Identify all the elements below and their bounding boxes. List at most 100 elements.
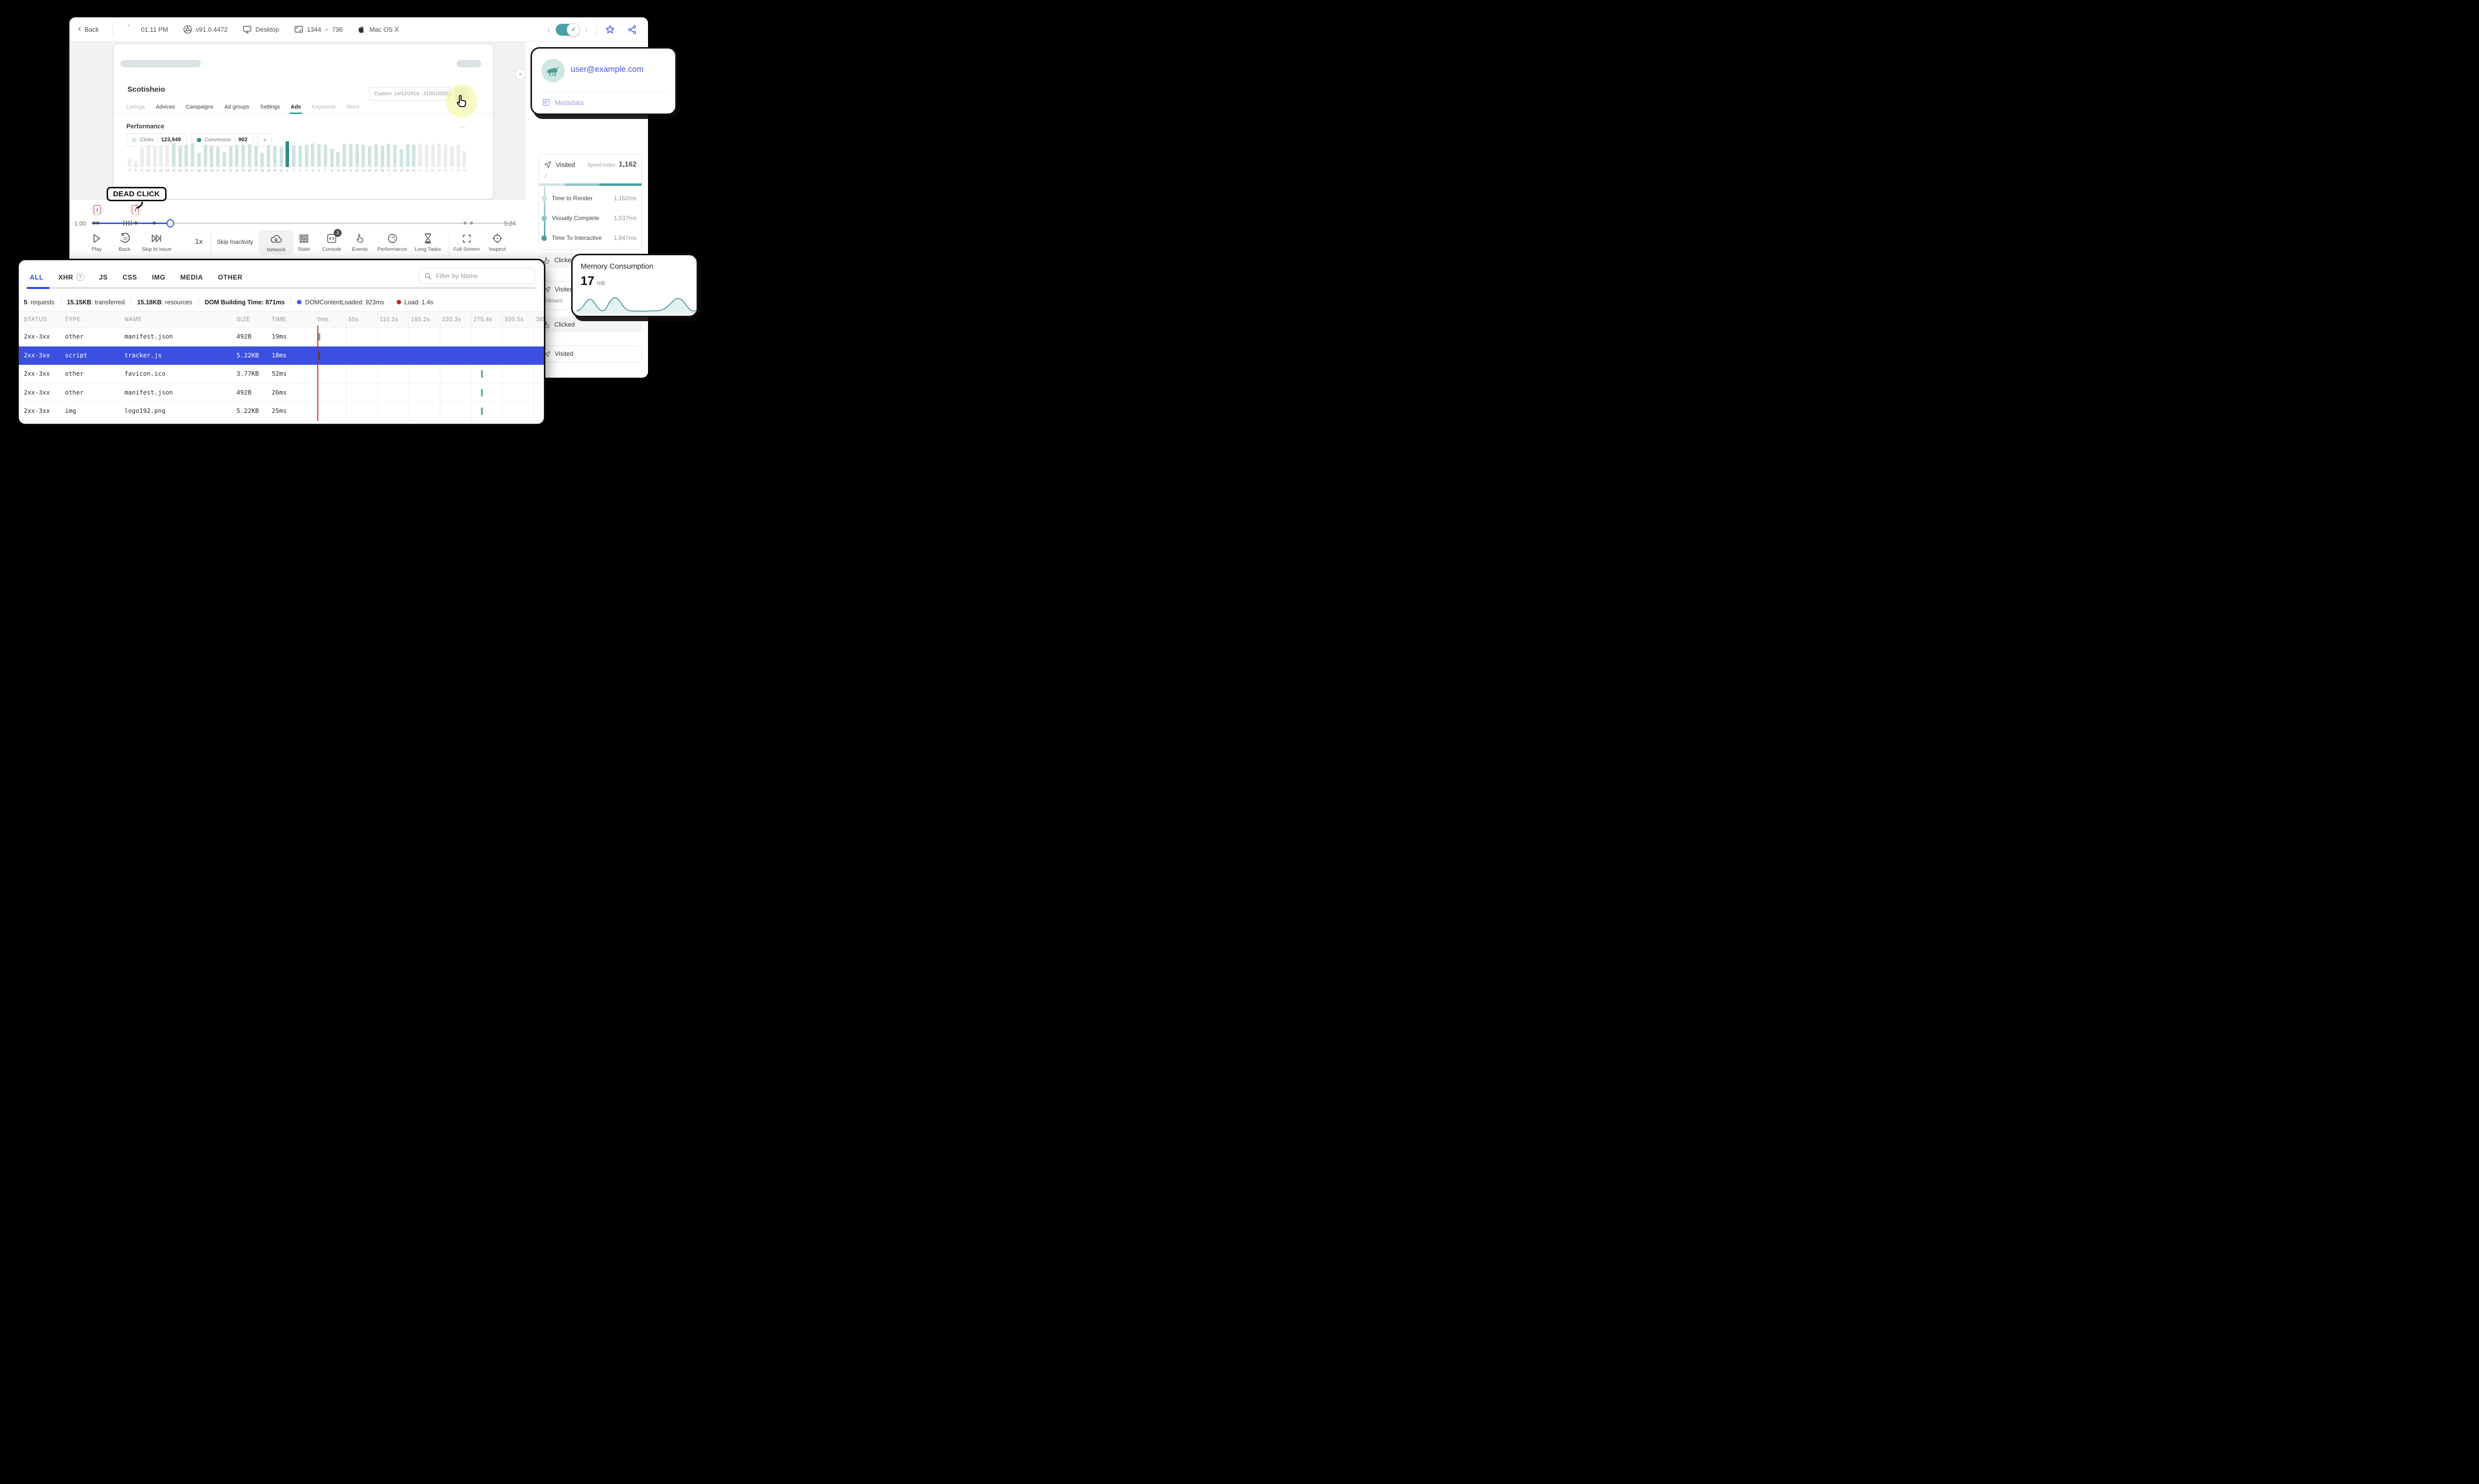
chart-bar: 14 [368,141,372,173]
full-screen-button[interactable]: Full Screen [449,232,484,252]
event-row-visited[interactable]: Visited [538,345,642,362]
net-tab-all[interactable]: ALL [30,274,44,281]
autoplay-toggle[interactable]: ✓ [556,23,581,36]
metadata-button[interactable]: Metadata [542,98,584,107]
net-tab-js[interactable]: JS [99,274,108,281]
crosshair-icon [492,232,503,244]
page-tab-ad-groups[interactable]: Ad groups [224,101,249,114]
net-tab-xhr[interactable]: XHR ? [59,273,84,281]
page-tab-listings[interactable]: Listings [126,101,145,114]
dead-click-tooltip: DEAD CLICK [107,187,167,209]
performance-panel-button[interactable]: Performance [375,232,410,252]
share-icon [628,25,636,34]
next-session-button[interactable]: › [583,23,590,36]
long-tasks-panel-button[interactable]: Long Tasks [411,232,445,252]
time-label: 01:11 PM [141,25,168,33]
table-row[interactable]: 2xx-3xx other manifest.json 492B 26ms [19,384,544,402]
table-row[interactable]: 2xx-3xx other favicon.ico 3.77KB 52ms [19,365,544,384]
col-status[interactable]: STATUS [24,317,47,323]
col-type[interactable]: TYPE [65,317,81,323]
event-tick[interactable] [126,221,127,226]
divider [198,298,199,306]
inspect-button[interactable]: Inspect [480,232,515,252]
back-10-button[interactable]: 10 Back [107,232,142,252]
user-email[interactable]: user@example.com [571,65,644,74]
event-row-clicked-about[interactable]: Clicked About [538,377,642,378]
issue-marker-pin[interactable]: i [91,203,104,216]
skip-inactivity-toggle[interactable]: Skip Inactivity [212,238,258,245]
chevron-left-icon: ‹ [78,23,81,35]
event-tick[interactable] [123,221,124,226]
table-row[interactable]: 2xx-3xx other manifest.json 492B 19ms [19,328,544,346]
page-tab-more[interactable]: More [347,101,359,114]
event-tick[interactable] [128,221,129,226]
page-tab-ads[interactable]: Ads [290,101,302,114]
cell-time: 18ms [272,351,287,359]
table-row-selected[interactable]: 2xx-3xx script tracker.js 5.22KB 18ms [19,346,544,365]
table-row[interactable]: 2xx-3xx img logo192.png 5.22KB 25ms [19,402,544,421]
resize-icon [295,26,303,33]
favorite-button[interactable] [605,24,615,35]
col-size[interactable]: SIZE [236,317,250,323]
waterfall-bar [481,407,483,415]
page-tab-campaigns[interactable]: Campaigns [186,101,214,114]
share-button[interactable] [627,25,637,35]
console-icon: 3 [326,229,342,244]
chart-bar: 31 [279,141,283,173]
prev-session-button[interactable]: ‹ [545,23,552,36]
chart-bar: 24 [235,141,239,173]
back-label: Back [84,25,99,33]
event-row-clicked-hidden[interactable]: Clicked [538,317,642,333]
network-panel: ALL XHR ? JS CSS IMG MEDIA OTHER 5: requ… [17,259,545,425]
event-type-label: Visited [556,161,575,169]
event-tick[interactable] [131,221,132,226]
event-dot[interactable] [153,222,156,225]
star-icon [606,25,614,33]
divider [157,136,158,143]
section-title: Performance [126,123,165,130]
visited-event-card[interactable]: Visited Speed Index 1,162 / Time to Rend… [538,154,642,250]
net-tab-img[interactable]: IMG [152,274,166,281]
chart-bar: 28 [456,141,460,173]
filter-input[interactable] [436,272,530,280]
timeline-track[interactable]: i i [91,203,513,228]
date-range-select[interactable]: Custom: 14/12/2019 - 21/01/2020 ˅ [369,87,451,101]
net-tab-media[interactable]: MEDIA [180,274,203,281]
event-dot[interactable] [464,222,467,225]
col-time[interactable]: TIME [272,317,287,323]
dead-click-label: DEAD CLICK [107,187,167,201]
chart-bar: 18 [197,141,201,173]
section-more-button[interactable]: ... [460,121,467,129]
net-tab-css[interactable]: CSS [122,274,137,281]
collapse-panel-button[interactable]: » [515,69,526,79]
help-icon[interactable]: ? [76,273,84,281]
page-tab-advices[interactable]: Advices [156,101,175,114]
memory-value-row: 17 mb [581,274,605,288]
cell-size: 492B [236,388,252,396]
page-tab-keywords[interactable]: Keywords [312,101,336,114]
event-type-label: Clicked [554,321,575,328]
cloud-download-icon [270,233,283,245]
cell-time: 52ms [272,370,287,378]
network-table-body: 2xx-3xx other manifest.json 492B 19ms 2x… [19,328,544,421]
col-name[interactable]: NAME [124,317,142,323]
chart-bar: 23 [229,141,233,173]
speed-selector[interactable]: 1x [189,237,209,246]
event-dot[interactable] [93,222,96,225]
chart-bar: 21 [412,141,416,173]
event-dot[interactable] [470,222,473,225]
back-button[interactable]: ‹ Back [78,23,99,35]
cell-status: 2xx-3xx [24,333,50,340]
event-dot[interactable] [96,222,99,225]
chart-bar: 9 [140,141,144,173]
resolution-height: 736 [332,25,343,33]
event-dot[interactable] [134,222,137,225]
events-panel-button[interactable]: Events [343,232,377,252]
chart-bar: 15 [178,141,182,173]
skip-to-issue-button[interactable]: Skip to Issue [139,232,174,252]
playhead-handle[interactable] [167,219,174,228]
screen-resolution: 1344 × 736 [294,25,343,33]
chart-bar: 12 [355,141,359,173]
net-tab-other[interactable]: OTHER [218,274,243,281]
page-tab-settings[interactable]: Settings [260,101,280,114]
